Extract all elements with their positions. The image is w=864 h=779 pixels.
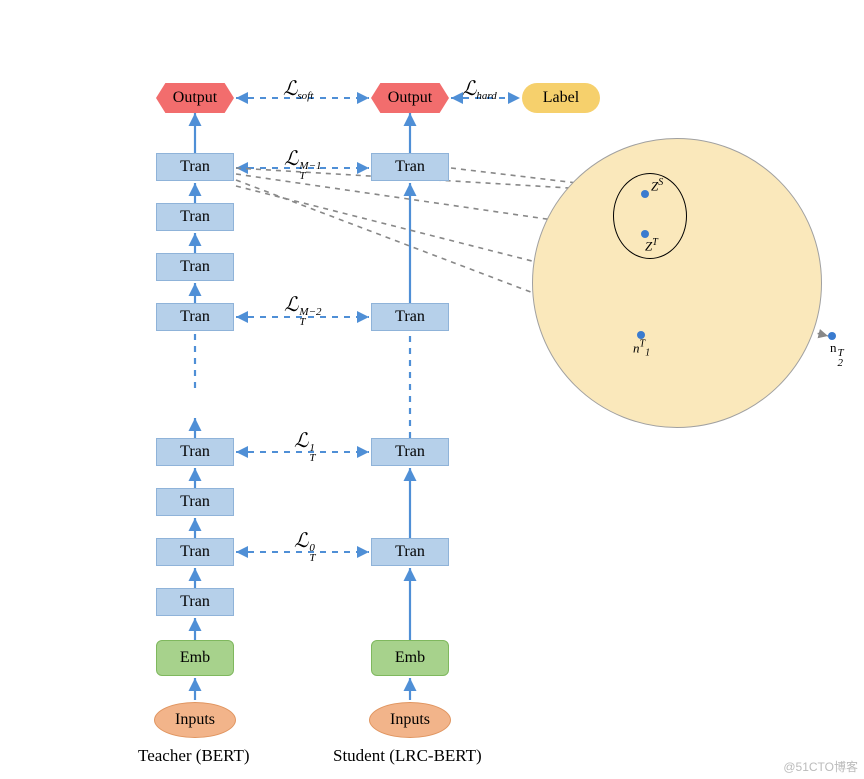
point-zt-label: ZT <box>645 237 658 254</box>
point-n1-label: nT1 <box>633 339 650 359</box>
label-box: Label <box>522 83 600 113</box>
teacher-tran-3: Tran <box>156 438 234 466</box>
student-tran-3: Tran <box>371 153 449 181</box>
teacher-output-text: Output <box>173 89 217 107</box>
point-n1 <box>637 331 645 339</box>
loss-tm1: ℒM−1T <box>284 146 322 181</box>
contrastive-bubble: ZS ZT nT1 <box>532 138 822 428</box>
student-output: Output <box>371 83 449 113</box>
point-n2-label: nT2 <box>830 340 844 368</box>
teacher-emb: Emb <box>156 640 234 676</box>
loss-hard: ℒhard <box>462 76 497 102</box>
watermark: @51CTO博客 <box>783 758 858 775</box>
student-tran-2: Tran <box>371 303 449 331</box>
point-n2 <box>828 332 836 340</box>
label-text: Label <box>543 89 579 107</box>
student-inputs-text: Inputs <box>390 711 430 729</box>
teacher-tran-2: Tran <box>156 488 234 516</box>
student-inputs: Inputs <box>369 702 451 738</box>
point-zs-label: ZS <box>651 177 663 194</box>
point-zs <box>641 190 649 198</box>
teacher-footer: Teacher (BERT) <box>138 746 250 766</box>
teacher-tran-6: Tran <box>156 203 234 231</box>
loss-t0: ℒ0T <box>294 528 316 563</box>
teacher-emb-text: Emb <box>180 649 210 667</box>
teacher-tran-top: Tran <box>156 153 234 181</box>
student-emb-text: Emb <box>395 649 425 667</box>
student-output-text: Output <box>388 89 432 107</box>
teacher-inputs: Inputs <box>154 702 236 738</box>
loss-soft: ℒsoft <box>283 76 313 102</box>
loss-tm2: ℒM−2T <box>284 292 322 327</box>
diagram-canvas: Inputs Emb Tran Tran Tran Tran Tran Tran… <box>0 0 864 779</box>
student-tran-1: Tran <box>371 438 449 466</box>
teacher-tran-5: Tran <box>156 253 234 281</box>
student-tran-0: Tran <box>371 538 449 566</box>
teacher-inputs-text: Inputs <box>175 711 215 729</box>
teacher-tran-0: Tran <box>156 588 234 616</box>
student-footer: Student (LRC-BERT) <box>333 746 482 766</box>
teacher-tran-1: Tran <box>156 538 234 566</box>
loss-t1: ℒ1T <box>294 428 316 463</box>
teacher-output: Output <box>156 83 234 113</box>
student-emb: Emb <box>371 640 449 676</box>
teacher-tran-4: Tran <box>156 303 234 331</box>
